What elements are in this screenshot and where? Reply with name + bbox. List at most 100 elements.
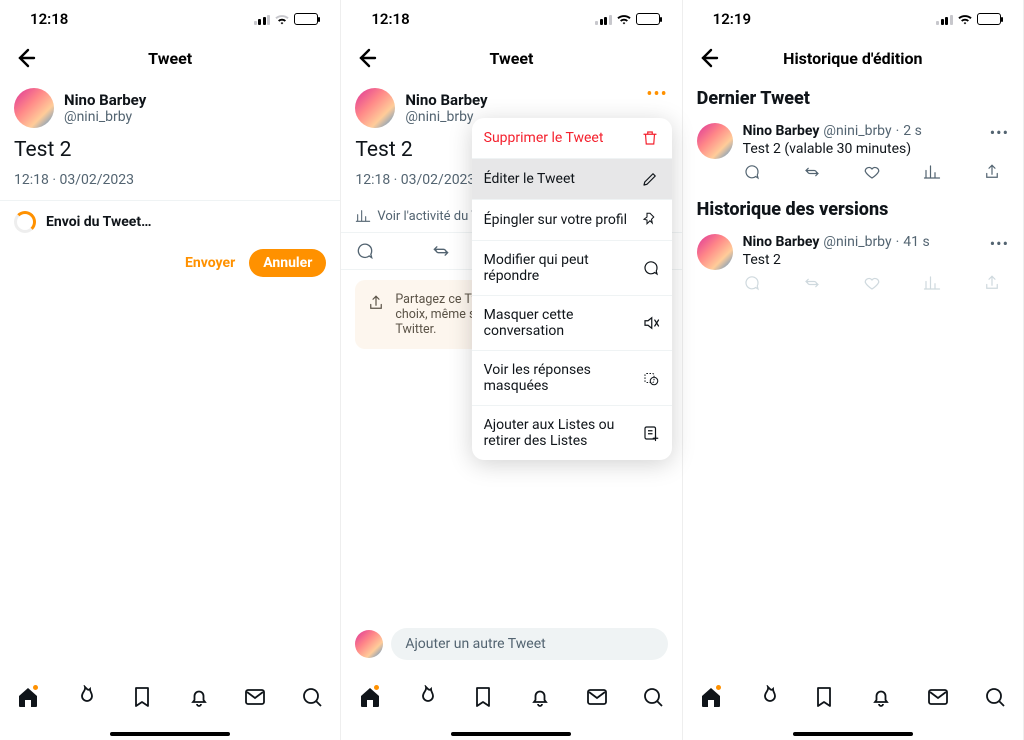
more-button[interactable]: ••• (990, 234, 1009, 253)
menu-delete-tweet[interactable]: Supprimer le Tweet (472, 118, 672, 159)
spinner-icon (14, 211, 36, 233)
latest-tweet-item[interactable]: Nino Barbey @nini_brby · 2 s Test 2 (val… (683, 115, 1023, 189)
author-name: Nino Barbey (405, 91, 487, 109)
nav-trending[interactable] (73, 685, 97, 709)
avatar-small[interactable] (355, 630, 383, 658)
tweet-actions (743, 157, 1003, 181)
back-button[interactable] (14, 46, 38, 70)
header: Historique d'édition (683, 38, 1023, 78)
share-icon (367, 292, 385, 337)
mute-icon (642, 314, 660, 332)
menu-pin-tweet[interactable]: Épingler sur votre profil (472, 200, 672, 241)
pen-icon (640, 170, 660, 188)
nav-home[interactable] (699, 685, 723, 709)
compose-bar: Ajouter un autre Tweet (341, 620, 681, 668)
menu-label: Ajouter aux Listes ou retirer des Listes (484, 417, 634, 449)
reply-button[interactable] (743, 163, 761, 181)
list-icon (642, 424, 660, 442)
menu-add-remove-lists[interactable]: Ajouter aux Listes ou retirer des Listes (472, 406, 672, 460)
battery-icon (294, 13, 318, 25)
retweet-icon (803, 274, 821, 292)
page-title: Tweet (490, 49, 534, 68)
nav-search[interactable] (641, 685, 665, 709)
menu-edit-tweet[interactable]: Éditer le Tweet (472, 159, 672, 200)
reply-icon (641, 259, 659, 277)
bottom-nav (683, 672, 1023, 722)
nav-messages[interactable] (926, 685, 950, 709)
tweet-body: Test 2 (0, 132, 340, 172)
nav-home[interactable] (358, 685, 382, 709)
retweet-button[interactable] (803, 163, 821, 181)
nav-bookmarks[interactable] (812, 685, 836, 709)
nav-notifications[interactable] (528, 685, 552, 709)
views-button[interactable] (923, 163, 941, 181)
nav-bookmarks[interactable] (471, 685, 495, 709)
retweet-button[interactable] (431, 241, 451, 261)
menu-show-hidden-replies[interactable]: Voir les réponses masquées (472, 351, 672, 406)
avatar[interactable] (697, 234, 733, 270)
share-icon (983, 274, 1001, 292)
author-handle: @nini_brby (823, 123, 891, 139)
status-bar: 12:18 (341, 0, 681, 38)
version-item[interactable]: Nino Barbey @nini_brby · 41 s Test 2 ••• (683, 226, 1023, 300)
trash-icon (640, 129, 660, 147)
relative-time: 2 s (903, 123, 922, 139)
reply-button[interactable] (355, 241, 375, 261)
cancel-button[interactable]: Annuler (249, 249, 326, 277)
screen-tweet-menu: 12:18 Tweet Nino Barbey @nini_brby ••• T… (341, 0, 682, 740)
nav-trending[interactable] (414, 685, 438, 709)
section-latest-title: Dernier Tweet (683, 78, 1023, 115)
more-button[interactable]: ••• (646, 84, 667, 105)
back-button[interactable] (697, 46, 721, 70)
back-button[interactable] (355, 46, 379, 70)
avatar[interactable] (697, 123, 733, 159)
avatar[interactable] (14, 88, 54, 128)
menu-label: Modifier qui peut répondre (484, 252, 634, 284)
send-button[interactable]: Envoyer (185, 255, 235, 271)
tweet-timestamp: 12:18 · 03/02/2023 (0, 172, 340, 200)
cellular-icon (254, 14, 271, 25)
tweet-body: Test 2 (743, 250, 1009, 268)
status-bar: 12:18 (0, 0, 340, 38)
nav-notifications[interactable] (187, 685, 211, 709)
nav-notifications[interactable] (869, 685, 893, 709)
author-handle: @nini_brby (823, 234, 891, 250)
share-button[interactable] (983, 163, 1001, 181)
cellular-icon (595, 14, 612, 25)
home-indicator (793, 732, 913, 736)
more-button[interactable]: ••• (990, 123, 1009, 142)
notice-text: Partagez ce Tw choix, même si Twitter. (395, 292, 481, 337)
page-title: Tweet (148, 49, 192, 68)
wifi-icon (616, 13, 632, 25)
avatar[interactable] (355, 88, 395, 128)
menu-label: Masquer cette conversation (484, 307, 634, 339)
nav-messages[interactable] (243, 685, 267, 709)
reply-icon (743, 274, 761, 292)
author-name: Nino Barbey (743, 234, 820, 250)
menu-label: Voir les réponses masquées (484, 362, 634, 394)
author-block[interactable]: Nino Barbey @nini_brby (0, 78, 340, 132)
status-time: 12:18 (371, 10, 409, 28)
compose-input[interactable]: Ajouter un autre Tweet (391, 628, 667, 660)
relative-time: 41 s (903, 234, 929, 250)
menu-label: Supprimer le Tweet (484, 130, 604, 146)
like-icon (863, 274, 881, 292)
nav-home[interactable] (16, 685, 40, 709)
status-icons (254, 13, 319, 25)
nav-search[interactable] (983, 685, 1007, 709)
menu-who-can-reply[interactable]: Modifier qui peut répondre (472, 241, 672, 296)
nav-trending[interactable] (756, 685, 780, 709)
status-icons (595, 13, 660, 25)
menu-hide-conversation[interactable]: Masquer cette conversation (472, 296, 672, 351)
nav-bookmarks[interactable] (130, 685, 154, 709)
bottom-nav (341, 672, 681, 722)
like-button[interactable] (863, 163, 881, 181)
nav-messages[interactable] (585, 685, 609, 709)
tweet-actions-disabled (743, 268, 1003, 292)
sending-row: Envoi du Tweet… (0, 200, 340, 243)
status-time: 12:18 (30, 10, 68, 28)
sending-label: Envoi du Tweet… (46, 214, 151, 230)
home-indicator (451, 732, 571, 736)
nav-search[interactable] (300, 685, 324, 709)
wifi-icon (274, 13, 290, 25)
